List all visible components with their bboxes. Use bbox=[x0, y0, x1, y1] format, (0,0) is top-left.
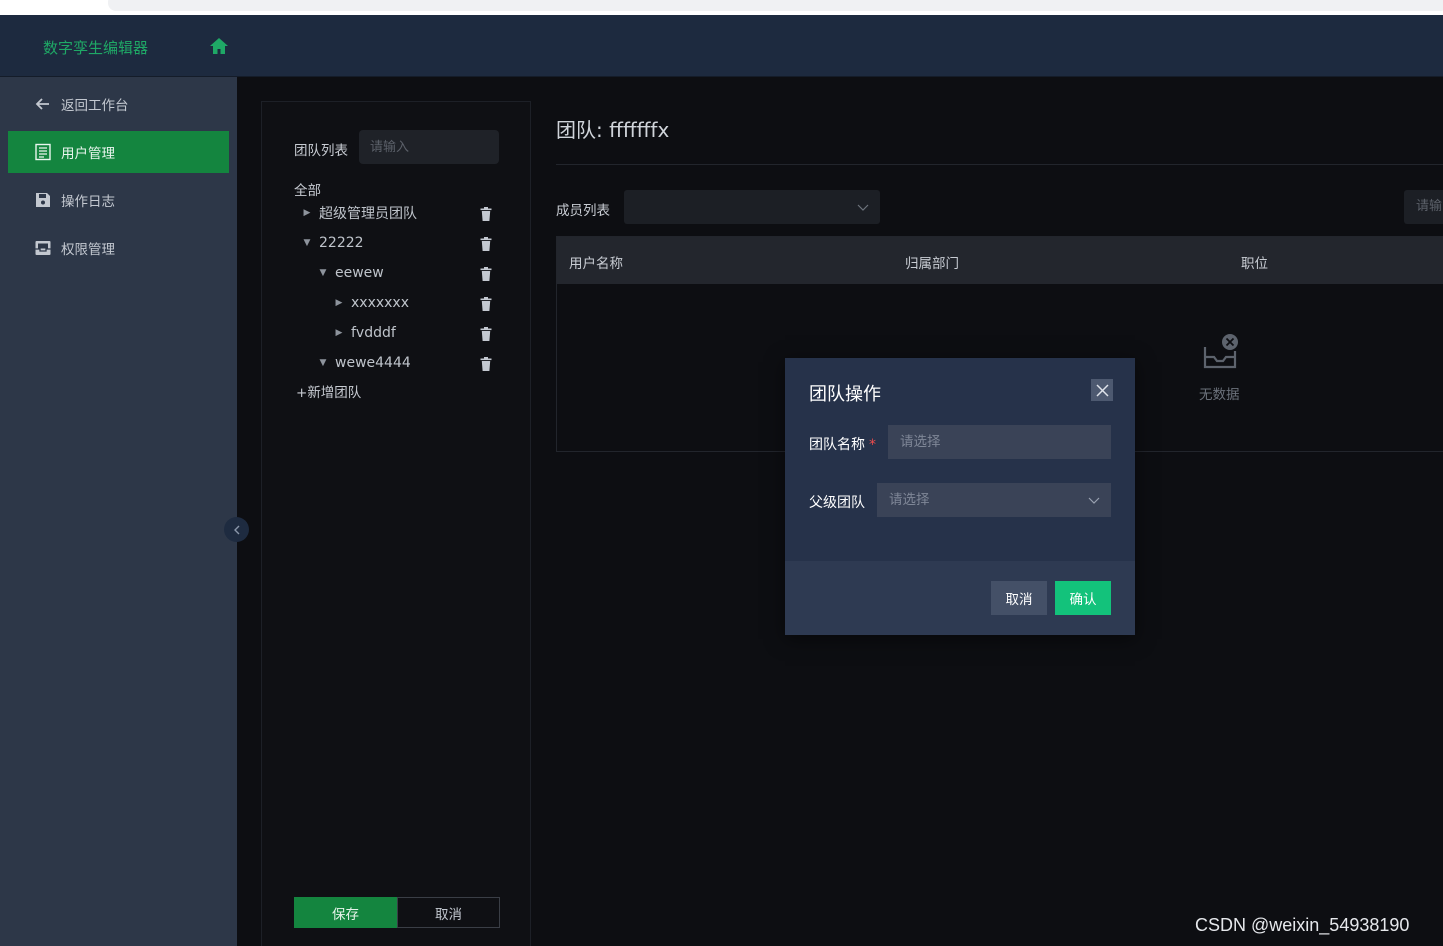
tree-node-label: fvdddf bbox=[351, 325, 396, 341]
empty-text: 无数据 bbox=[1199, 387, 1240, 403]
dialog-cancel-button[interactable]: 取消 bbox=[991, 581, 1047, 615]
add-team-button[interactable]: +新增团队 bbox=[296, 381, 361, 401]
cancel-button[interactable]: 取消 bbox=[397, 897, 500, 928]
dialog-title: 团队操作 bbox=[809, 384, 881, 405]
team-name-input[interactable] bbox=[888, 425, 1111, 459]
caret-down-icon[interactable]: ▼ bbox=[300, 238, 314, 248]
team-operation-dialog: 团队操作 团队名称* 父级团队 请选择 取消 确认 bbox=[785, 358, 1135, 635]
sidebar-collapse-button[interactable] bbox=[224, 517, 249, 542]
required-mark: * bbox=[869, 437, 876, 453]
team-list-label: 团队列表 bbox=[294, 143, 348, 159]
trash-icon[interactable] bbox=[480, 237, 492, 251]
chevron-down-icon bbox=[857, 204, 869, 211]
empty-data-icon bbox=[1203, 334, 1238, 369]
save-icon bbox=[36, 193, 50, 207]
dialog-confirm-button[interactable]: 确认 bbox=[1055, 581, 1111, 615]
members-select[interactable] bbox=[624, 190, 880, 224]
sidebar-item-label: 权限管理 bbox=[61, 242, 115, 258]
column-header: 归属部门 bbox=[905, 256, 959, 272]
arrow-left-icon bbox=[35, 98, 49, 110]
tree-node-label: 22222 bbox=[319, 235, 364, 251]
tree-node[interactable]: ▼ wewe4444 bbox=[316, 351, 411, 375]
save-button[interactable]: 保存 bbox=[294, 897, 397, 928]
sidebar-item-back-to-workbench[interactable]: 返回工作台 bbox=[8, 83, 229, 125]
app-title: 数字孪生编辑器 bbox=[43, 39, 149, 57]
team-name-label: 团队名称 * bbox=[809, 434, 876, 454]
trash-icon[interactable] bbox=[480, 267, 492, 281]
parent-team-label: 父级团队 bbox=[809, 495, 865, 511]
team-name-label-text: 团队名称 bbox=[809, 437, 865, 453]
trash-icon[interactable] bbox=[480, 297, 492, 311]
sidebar-item-user-management[interactable]: 用户管理 bbox=[8, 131, 229, 173]
team-search-input[interactable] bbox=[359, 130, 499, 164]
watermark: CSDN @weixin_54938190 bbox=[1195, 915, 1410, 935]
close-icon bbox=[1095, 383, 1109, 397]
tree-node-label: wewe4444 bbox=[335, 355, 411, 371]
caret-right-icon[interactable]: ▶ bbox=[332, 298, 346, 308]
tree-node[interactable]: ▶ xxxxxxx bbox=[332, 291, 409, 315]
tree-node-label: 超级管理员团队 bbox=[319, 206, 417, 222]
tree-node[interactable]: ▶ 超级管理员团队 bbox=[300, 201, 417, 225]
trash-icon[interactable] bbox=[480, 327, 492, 341]
sidebar-item-operation-log[interactable]: 操作日志 bbox=[8, 179, 229, 221]
browser-chrome bbox=[0, 0, 1443, 15]
address-bar[interactable] bbox=[108, 0, 1443, 11]
tree-node[interactable]: ▶ fvdddf bbox=[332, 321, 396, 345]
divider bbox=[556, 164, 1443, 165]
chevron-down-icon bbox=[1088, 497, 1100, 504]
tree-node[interactable]: ▼ 22222 bbox=[300, 231, 364, 255]
caret-down-icon[interactable]: ▼ bbox=[316, 358, 330, 368]
page-title: 团队: fffffffx bbox=[556, 118, 670, 142]
sidebar-item-label: 用户管理 bbox=[61, 146, 115, 162]
dialog-footer: 取消 确认 bbox=[785, 561, 1135, 635]
parent-team-select[interactable]: 请选择 bbox=[877, 483, 1111, 517]
top-bar: 数字孪生编辑器 bbox=[0, 15, 1443, 77]
inbox-icon bbox=[35, 241, 51, 255]
trash-icon[interactable] bbox=[480, 207, 492, 221]
caret-down-icon[interactable]: ▼ bbox=[316, 268, 330, 278]
members-label: 成员列表 bbox=[556, 203, 610, 219]
trash-icon[interactable] bbox=[480, 357, 492, 371]
close-button[interactable] bbox=[1091, 379, 1113, 401]
tree-node-label: eewew bbox=[335, 265, 384, 281]
parent-team-placeholder: 请选择 bbox=[889, 492, 930, 508]
plus-icon: + bbox=[296, 385, 308, 401]
sidebar-item-label: 操作日志 bbox=[61, 194, 115, 210]
sidebar-item-label: 返回工作台 bbox=[61, 98, 129, 114]
tree-node[interactable]: ▼ eewew bbox=[316, 261, 384, 285]
tree-node-label: xxxxxxx bbox=[351, 295, 409, 311]
sidebar-item-permission-management[interactable]: 权限管理 bbox=[8, 227, 229, 269]
add-team-label: 新增团队 bbox=[307, 385, 362, 401]
team-panel: 团队列表 全部 ▶ 超级管理员团队 ▼ 22222 ▼ eewew ▶ xxxx… bbox=[261, 101, 531, 946]
table-header: 用户名称 归属部门 职位 bbox=[557, 237, 1443, 284]
caret-right-icon[interactable]: ▶ bbox=[332, 328, 346, 338]
caret-right-icon[interactable]: ▶ bbox=[300, 208, 314, 218]
column-header: 职位 bbox=[1241, 256, 1268, 272]
tree-node-all[interactable]: 全部 bbox=[294, 179, 321, 199]
member-search-input[interactable]: 请输 bbox=[1404, 190, 1443, 224]
home-icon[interactable] bbox=[209, 36, 229, 56]
sidebar: 返回工作台 用户管理 操作日志 权限管理 bbox=[0, 77, 237, 946]
column-header: 用户名称 bbox=[569, 256, 623, 272]
chevron-left-icon bbox=[233, 525, 239, 534]
document-icon bbox=[35, 143, 51, 161]
